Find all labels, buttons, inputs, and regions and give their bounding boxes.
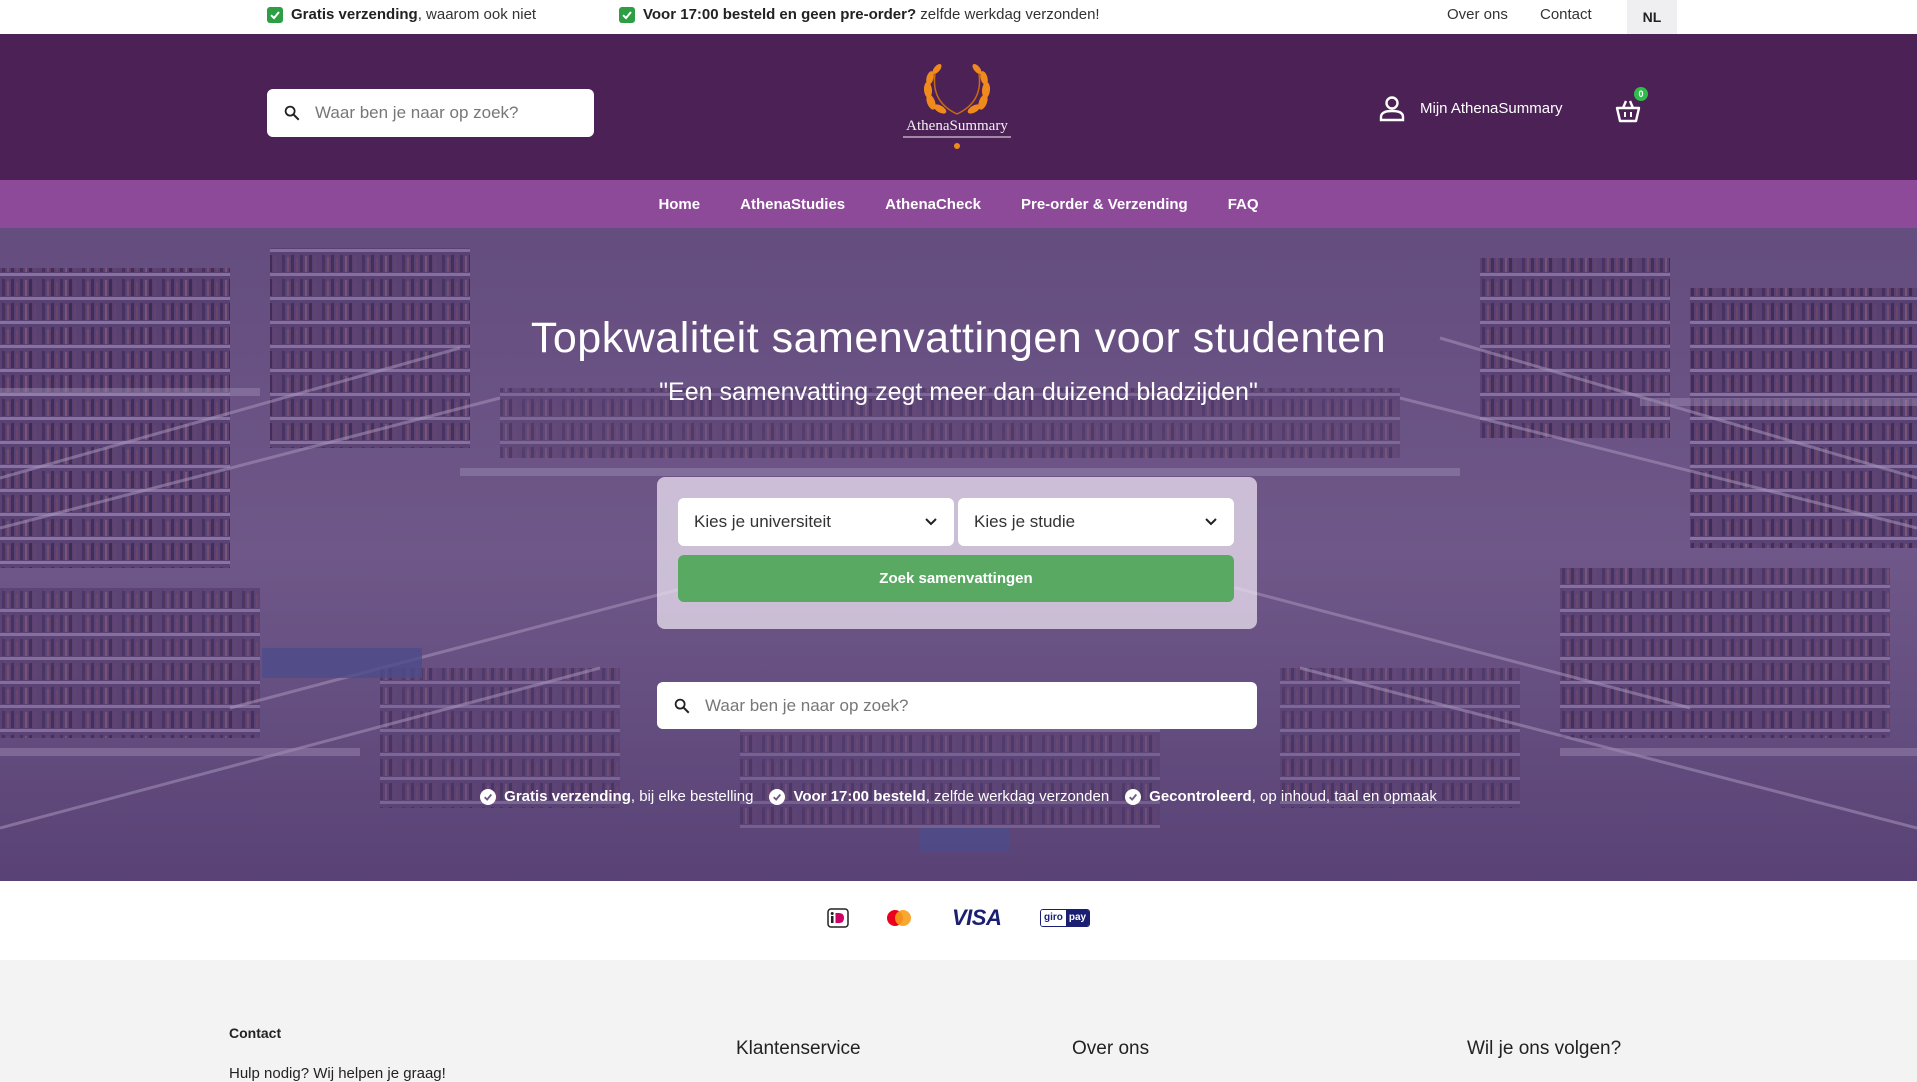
check-icon bbox=[619, 6, 635, 23]
header-search-input[interactable] bbox=[315, 103, 594, 123]
logo-text: AthenaSummary bbox=[906, 118, 1008, 134]
chevron-down-icon bbox=[925, 518, 937, 526]
usp-bold: Voor 17:00 besteld bbox=[793, 788, 926, 805]
usp-text: zelfde werkdag verzonden! bbox=[916, 6, 1100, 23]
hero-section: Topkwaliteit samenvattingen voor student… bbox=[0, 228, 1917, 881]
hero-search-input[interactable] bbox=[705, 695, 1257, 716]
usp-bold: Gecontroleerd bbox=[1149, 788, 1252, 805]
laurel-wreath-icon bbox=[903, 64, 1011, 149]
hero-usps: Gratis verzending, bij elke bestelling V… bbox=[0, 788, 1917, 805]
usp-same-day: Voor 17:00 besteld en geen pre-order? ze… bbox=[619, 6, 1100, 23]
account-link[interactable]: Mijn AthenaSummary bbox=[1378, 94, 1563, 122]
site-logo[interactable]: AthenaSummary bbox=[893, 62, 1021, 156]
nav-item-athenacheck[interactable]: AthenaCheck bbox=[885, 196, 981, 213]
nav-item-preorder[interactable]: Pre-order & Verzending bbox=[1021, 196, 1188, 213]
giropay-icon: giro pay bbox=[1040, 909, 1091, 927]
nav-item-faq[interactable]: FAQ bbox=[1228, 196, 1259, 213]
summary-finder: Kies je universiteit Kies je studie Zoek… bbox=[657, 477, 1257, 629]
usp-bold: Voor 17:00 besteld en geen pre-order? bbox=[643, 6, 917, 23]
hero-usp: Gratis verzending, bij elke bestelling bbox=[480, 788, 753, 805]
contact-link[interactable]: Contact bbox=[1540, 6, 1592, 23]
user-icon bbox=[1379, 96, 1405, 122]
account-label: Mijn AthenaSummary bbox=[1420, 99, 1563, 117]
mastercard-icon bbox=[887, 910, 911, 926]
hero-search[interactable] bbox=[657, 682, 1257, 729]
study-select-value: Kies je studie bbox=[974, 512, 1076, 531]
check-icon bbox=[267, 6, 283, 23]
usp-bold: Gratis verzending bbox=[504, 788, 631, 805]
about-link[interactable]: Over ons bbox=[1447, 6, 1508, 23]
visa-icon: VISA bbox=[952, 905, 1002, 930]
study-select[interactable]: Kies je studie bbox=[958, 498, 1234, 546]
search-icon bbox=[674, 698, 690, 713]
footer-heading-service: Klantenservice bbox=[736, 1038, 861, 1059]
footer-help-text: Hulp nodig? Wij helpen je graag! bbox=[229, 1065, 446, 1082]
hero-subtitle: "Een samenvatting zegt meer dan duizend … bbox=[659, 378, 1258, 406]
hero-usp: Gecontroleerd, op inhoud, taal en opmaak bbox=[1125, 788, 1437, 805]
top-bar: Gratis verzending, waarom ook niet Voor … bbox=[0, 0, 1917, 34]
university-select-value: Kies je universiteit bbox=[694, 512, 832, 531]
check-circle-icon bbox=[1125, 788, 1142, 805]
usp-bold: Gratis verzending bbox=[291, 6, 418, 23]
giropay-giro: giro bbox=[1041, 910, 1066, 926]
hero-title: Topkwaliteit samenvattingen voor student… bbox=[530, 314, 1387, 362]
footer-contact-heading: Contact bbox=[229, 1025, 282, 1041]
usp-free-shipping: Gratis verzending, waarom ook niet bbox=[267, 6, 536, 23]
find-summaries-button[interactable]: Zoek samenvattingen bbox=[678, 555, 1234, 602]
footer-heading-about: Over ons bbox=[1072, 1038, 1150, 1059]
chevron-down-icon bbox=[1205, 518, 1217, 526]
usp-text: , op inhoud, taal en opmaak bbox=[1251, 788, 1437, 805]
check-circle-icon bbox=[769, 788, 786, 805]
usp-text: , waarom ook niet bbox=[417, 6, 537, 23]
ideal-icon bbox=[827, 908, 849, 928]
hero-usp: Voor 17:00 besteld, zelfde werkdag verzo… bbox=[769, 788, 1109, 805]
header-search[interactable] bbox=[267, 89, 594, 137]
check-circle-icon bbox=[480, 788, 497, 805]
cart-count-badge: 0 bbox=[1634, 87, 1648, 101]
payment-methods: VISA giro pay bbox=[0, 881, 1917, 960]
site-header: AthenaSummary Mijn AthenaSummary 0 bbox=[0, 34, 1917, 180]
site-footer: Contact Hulp nodig? Wij helpen je graag!… bbox=[0, 960, 1917, 1082]
language-switch[interactable]: NL bbox=[1627, 0, 1677, 34]
usp-text: , zelfde werkdag verzonden bbox=[925, 788, 1110, 805]
usp-text: , bij elke bestelling bbox=[630, 788, 754, 805]
nav-item-home[interactable]: Home bbox=[658, 196, 700, 213]
search-icon bbox=[284, 105, 300, 121]
university-select[interactable]: Kies je universiteit bbox=[678, 498, 954, 546]
giropay-pay: pay bbox=[1065, 910, 1090, 926]
main-nav: Home AthenaStudies AthenaCheck Pre-order… bbox=[0, 180, 1917, 228]
nav-item-athenastudies[interactable]: AthenaStudies bbox=[740, 196, 845, 213]
footer-heading-follow: Wil je ons volgen? bbox=[1467, 1038, 1622, 1059]
